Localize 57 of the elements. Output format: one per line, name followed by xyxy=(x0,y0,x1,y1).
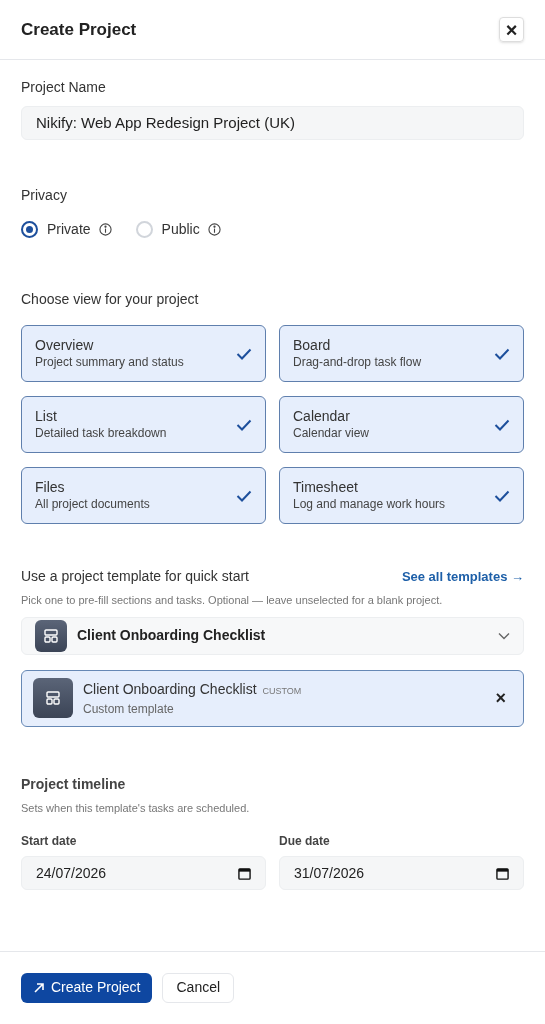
view-description: Project summary and status xyxy=(35,354,184,371)
section-heading: Choose view for your project xyxy=(21,290,200,309)
view-title: Board xyxy=(293,336,332,354)
field-label: Privacy xyxy=(21,186,68,205)
arrow-up-right-icon xyxy=(33,981,45,994)
template-dropdown[interactable]: Client Onboarding Checklist xyxy=(21,616,524,655)
dropdown-value: Client Onboarding Checklist xyxy=(77,626,267,645)
close-button[interactable]: × xyxy=(499,17,524,42)
calendar-icon[interactable] xyxy=(238,866,251,880)
hint-text: Pick one to pre-fill sections and tasks. Optional — leave unselected for a blank project. xyxy=(21,593,444,608)
template-subtitle: Custom template xyxy=(83,700,175,718)
radio-option[interactable]: Private xyxy=(21,219,91,240)
dialog-title: Create Project xyxy=(21,18,137,41)
view-option-card[interactable]: List Detailed task breakdown xyxy=(21,396,266,453)
view-description: Detailed task breakdown xyxy=(35,425,167,442)
view-description: Drag-and-drop task flow xyxy=(293,354,422,371)
template-icon xyxy=(33,678,73,718)
field-label: Start date xyxy=(21,833,78,850)
check-icon xyxy=(494,489,510,502)
section-heading: Project timeline xyxy=(21,774,127,794)
check-icon xyxy=(236,489,252,502)
view-option-card[interactable]: Timesheet Log and manage work hours xyxy=(279,467,524,524)
see-all-templates-link[interactable]: See all templates → xyxy=(401,566,524,587)
view-option-card[interactable]: Calendar Calendar view xyxy=(279,396,524,453)
view-title: Calendar xyxy=(293,407,351,425)
cancel-button[interactable]: Cancel xyxy=(162,972,235,1003)
chevron-down-icon xyxy=(498,631,510,640)
date-field[interactable]: 24/07/2026 xyxy=(21,856,266,890)
view-title: List xyxy=(35,407,58,425)
view-option-card[interactable]: Files All project documents xyxy=(21,467,266,524)
view-option-card[interactable]: Board Drag-and-drop task flow xyxy=(279,325,524,382)
view-title: Timesheet xyxy=(293,478,359,496)
template-title: Client Onboarding Checklist xyxy=(83,679,257,699)
view-option-card[interactable]: Overview Project summary and status xyxy=(21,325,266,382)
field-label: Due date xyxy=(279,833,331,850)
hint-text: Sets when this template's tasks are scheduled. xyxy=(21,800,251,816)
view-description: Calendar view xyxy=(293,425,370,442)
check-icon xyxy=(236,418,252,431)
calendar-icon[interactable] xyxy=(496,866,509,880)
date-field[interactable]: 31/07/2026 xyxy=(279,856,524,890)
view-title: Files xyxy=(35,478,66,496)
template-tag-text: CUSTOM xyxy=(262,684,302,698)
view-description: Log and manage work hours xyxy=(293,496,446,513)
check-icon xyxy=(494,347,510,360)
view-description: All project documents xyxy=(35,496,150,513)
remove-button[interactable]: × xyxy=(489,689,512,707)
view-title: Overview xyxy=(35,336,95,354)
check-icon xyxy=(494,418,510,431)
check-icon xyxy=(236,347,252,360)
radio-option[interactable]: Public xyxy=(135,219,200,240)
field-label: Project Name xyxy=(21,78,107,97)
info-icon[interactable] xyxy=(98,223,112,236)
info-icon[interactable] xyxy=(207,223,221,236)
project-name-field[interactable]: Nikify: Web App Redesign Project (UK) xyxy=(21,106,524,140)
template-icon xyxy=(35,619,67,652)
section-heading: Use a project template for quick start xyxy=(21,567,249,586)
create-project-button[interactable]: Create Project xyxy=(21,972,153,1003)
